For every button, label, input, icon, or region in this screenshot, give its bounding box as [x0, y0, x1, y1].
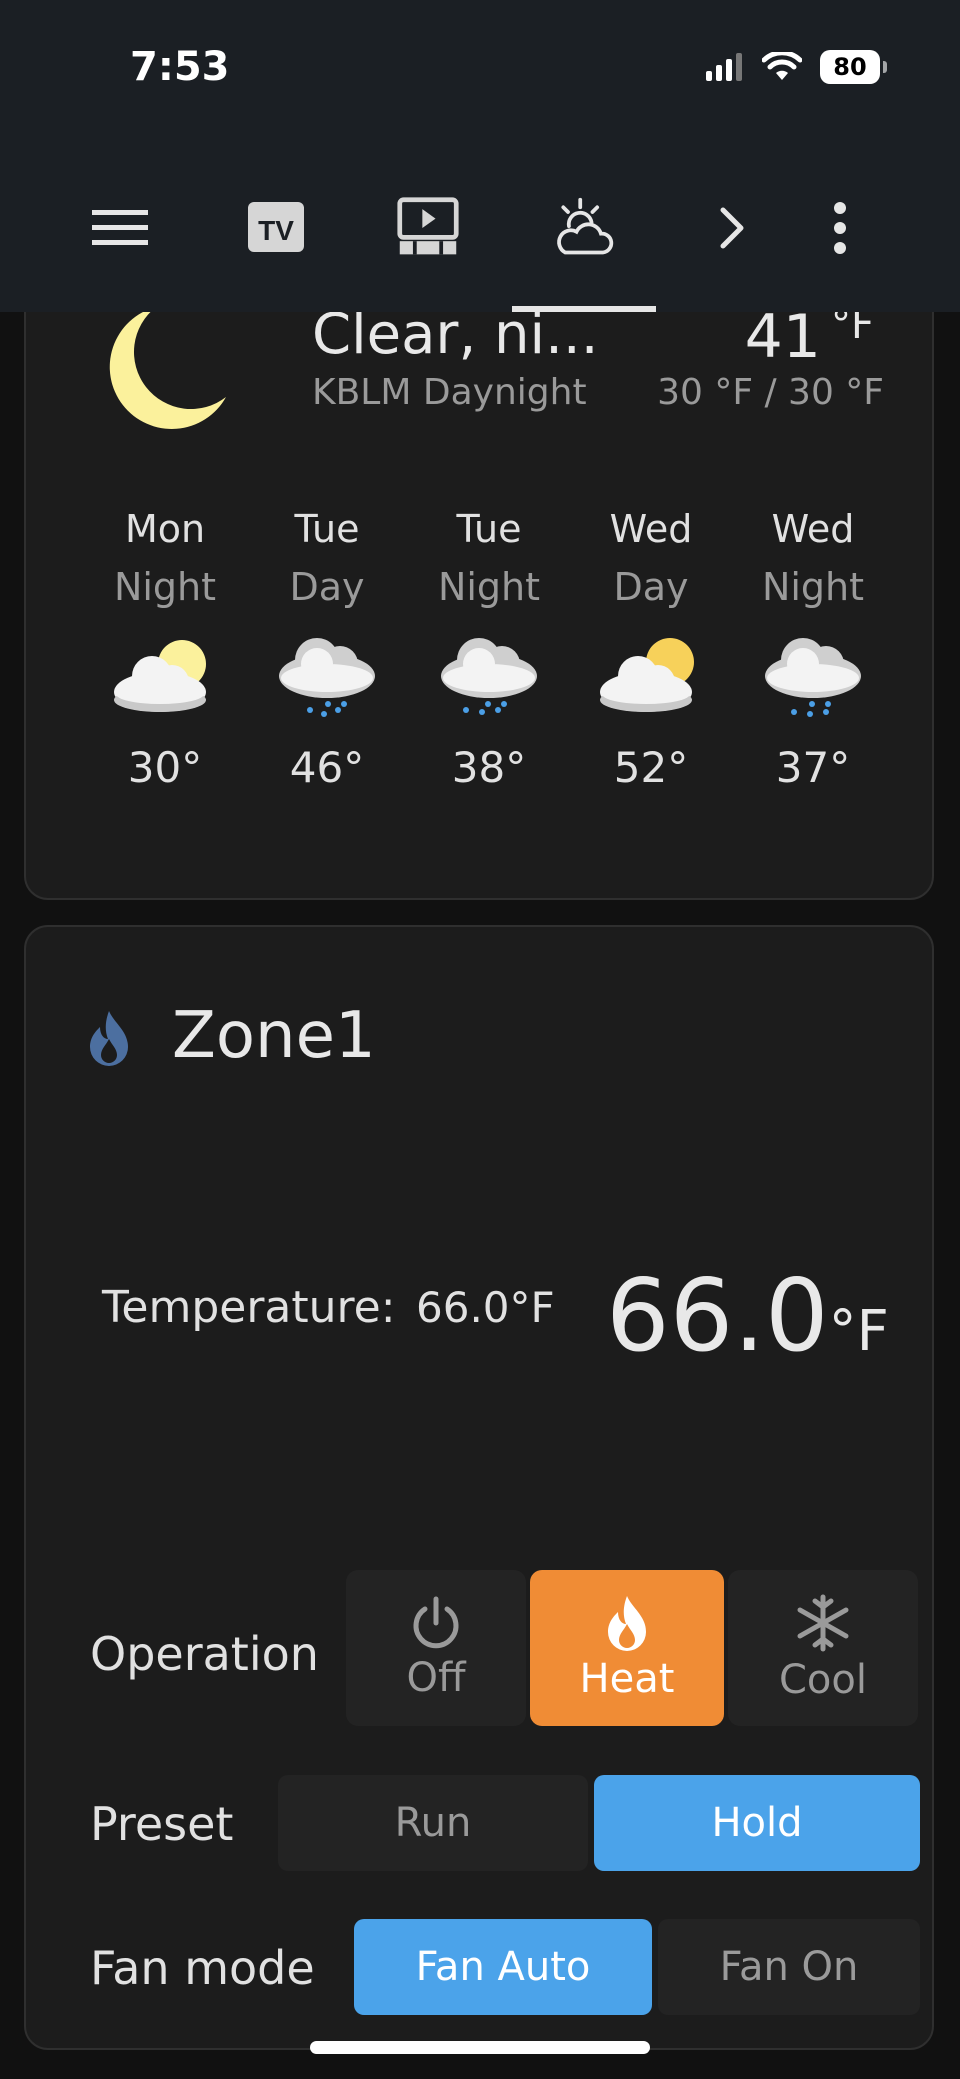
current-temp-value: 41 [744, 302, 821, 372]
temperature-big-unit: °F [828, 1299, 889, 1364]
more-vert-icon[interactable] [808, 196, 872, 260]
forecast-temp: 46° [289, 743, 365, 792]
status-time: 7:53 [130, 44, 230, 90]
active-tab-indicator [512, 306, 656, 312]
forecast-day: Wed [609, 507, 693, 551]
thermostat-card: Zone1 Temperature: 66.0°F 66.0°F Operati… [24, 925, 934, 2050]
operation-heat-button[interactable]: Heat [530, 1570, 724, 1726]
moon-icon [109, 307, 226, 429]
forecast-item: Mon Night 30° [84, 507, 246, 792]
high-low-temperature: 30 °F / 30 °F [657, 372, 884, 413]
app-header: 7:53 80 TV [0, 0, 960, 312]
flame-icon [90, 1011, 128, 1066]
forecast-day: Tue [456, 507, 522, 551]
operation-off-label: Off [406, 1655, 466, 1701]
partly-cloudy-icon [600, 638, 694, 712]
zone-title: Zone1 [172, 999, 376, 1073]
battery-indicator: 80 [820, 50, 887, 84]
weather-station: KBLM Daynight [312, 372, 587, 413]
operation-off-button[interactable]: Off [346, 1570, 526, 1726]
operation-label: Operation [90, 1627, 319, 1681]
operation-cool-label: Cool [779, 1657, 867, 1703]
forecast-temp: 52° [613, 743, 689, 792]
forecast-day: Wed [771, 507, 855, 551]
preset-hold-option[interactable]: Hold [594, 1775, 920, 1871]
weather-card[interactable]: Clear, ni... KBLM Daynight 41 °F 30 °F / … [24, 250, 934, 900]
temperature-value-small: 66.0°F [416, 1283, 555, 1332]
status-icons: 80 [706, 50, 887, 84]
forecast-item: Wed Night 37° [732, 507, 894, 792]
tv-icon[interactable]: TV [244, 196, 308, 260]
rain-icon [765, 638, 861, 717]
rain-icon [441, 638, 537, 715]
forecast-temp: 37° [775, 743, 851, 792]
svg-text:TV: TV [258, 215, 294, 246]
forecast-temp: 30° [127, 743, 203, 792]
preset-run-option[interactable]: Run [278, 1775, 588, 1871]
forecast-item: Tue Day 46° [246, 507, 408, 792]
signal-icon [706, 53, 742, 81]
partly-cloudy-icon [114, 640, 206, 712]
operation-heat-label: Heat [579, 1656, 675, 1702]
temperature-big-number: 66.0 [606, 1257, 829, 1374]
fan-on-option[interactable]: Fan On [658, 1919, 920, 2015]
home-indicator[interactable] [310, 2041, 650, 2054]
forecast-day: Mon [124, 507, 206, 551]
forecast-period: Night [437, 565, 541, 609]
forecast-period: Day [613, 565, 689, 609]
temperature-value-large: 66.0°F [606, 1257, 889, 1374]
rain-icon [279, 638, 375, 717]
forecast-temp: 38° [451, 743, 527, 792]
forecast-period: Night [113, 565, 217, 609]
forecast-period: Night [761, 565, 865, 609]
flame-icon [608, 1596, 646, 1651]
wifi-icon [762, 52, 802, 80]
power-icon [413, 1596, 459, 1649]
forecast-item: Wed Day 52° [570, 507, 732, 792]
preset-label: Preset [90, 1797, 234, 1851]
temperature-label: Temperature: [102, 1282, 396, 1333]
snowflake-icon [797, 1594, 849, 1652]
forecast-period: Day [289, 565, 365, 609]
media-icon[interactable] [396, 196, 460, 260]
forecast-item: Tue Night 38° [408, 507, 570, 792]
forecast-list: Mon Night 30° Tue Day 46° Tue Night 38° … [84, 507, 894, 792]
current-temperature: 41 °F [745, 302, 874, 372]
fan-mode-label: Fan mode [90, 1941, 315, 1995]
menu-icon[interactable] [88, 196, 152, 260]
operation-cool-button[interactable]: Cool [728, 1570, 918, 1726]
weather-icon[interactable] [552, 196, 616, 260]
fan-auto-option[interactable]: Fan Auto [354, 1919, 652, 2015]
forecast-day: Tue [294, 507, 360, 551]
chevron-right-icon[interactable] [700, 196, 764, 260]
